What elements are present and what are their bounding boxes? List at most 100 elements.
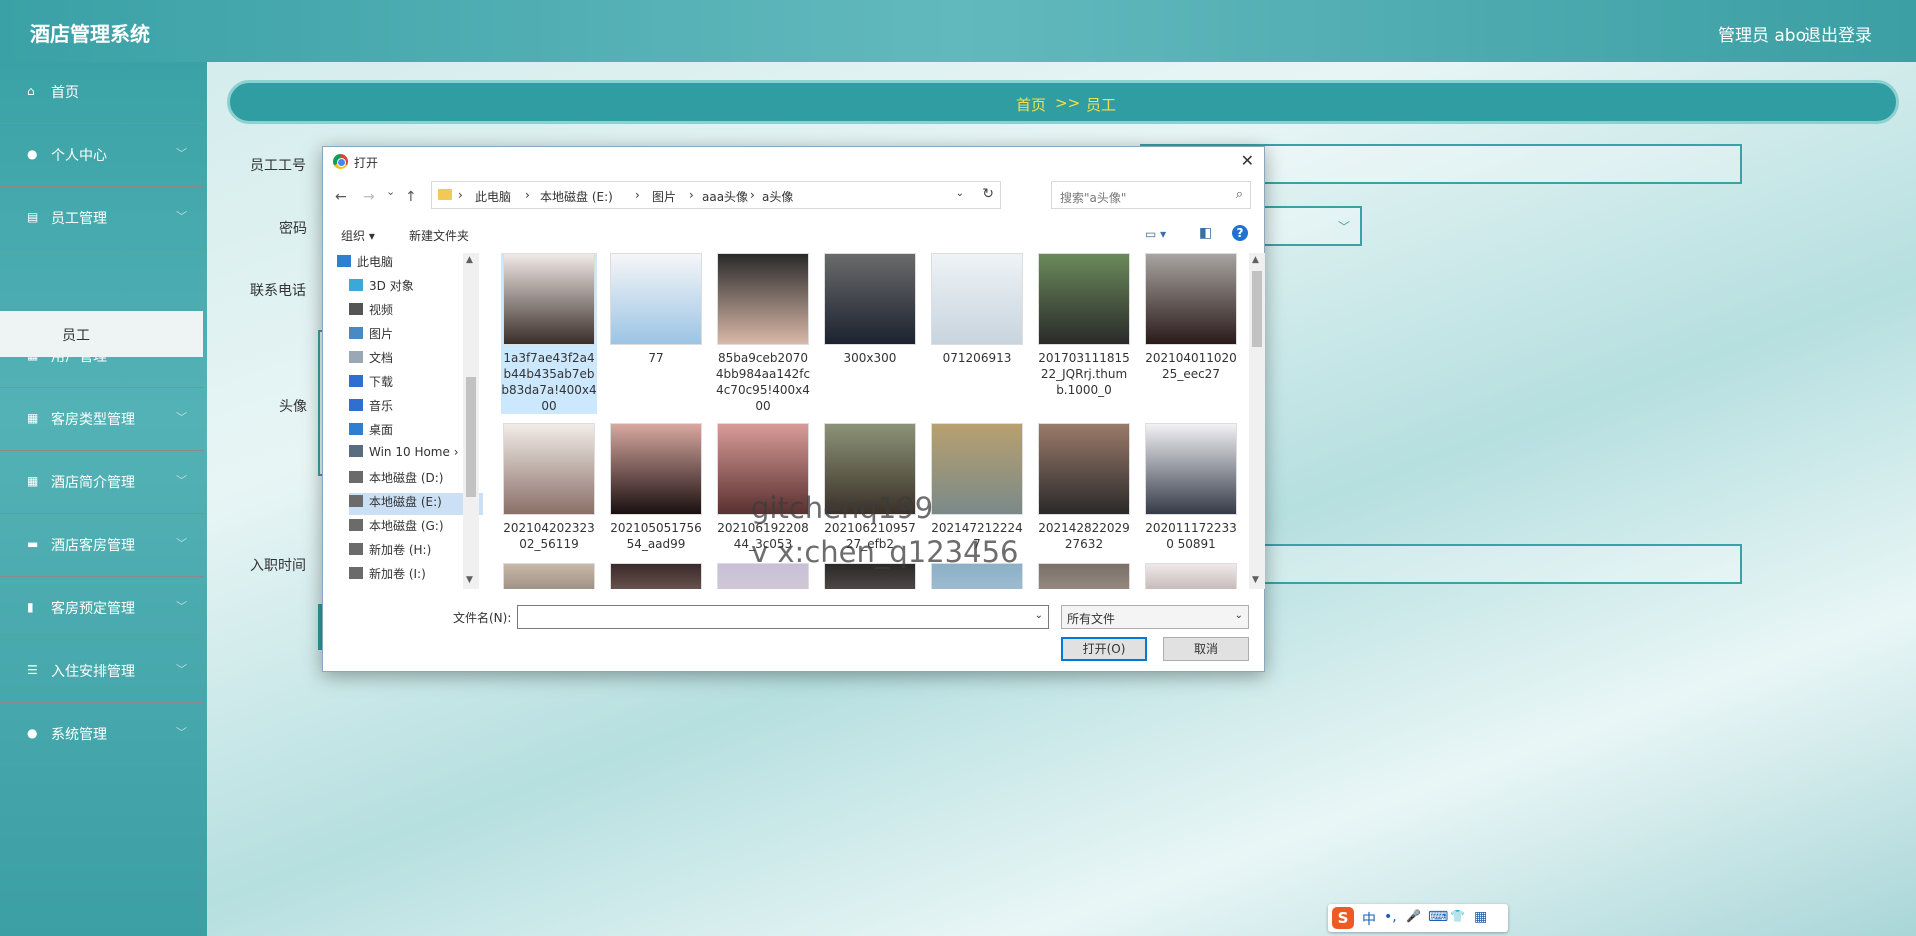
file-name: 300x300 — [843, 351, 897, 365]
preview-pane-icon[interactable]: ◧ — [1199, 225, 1212, 241]
open-button[interactable]: 打开(O) — [1061, 637, 1147, 661]
label-phone: 联系电话 — [250, 283, 306, 299]
file-item[interactable] — [501, 563, 597, 589]
sidebar-item-label: 酒店客房管理 — [51, 538, 135, 554]
file-name: 20210420232302_56119 — [503, 521, 595, 551]
address-bar[interactable]: › 此电脑 › 本地磁盘 (E:) › 图片 › aaa头像 › a头像 ⌄ ↻ — [431, 181, 1001, 209]
sidebar-item-0[interactable]: ⌂ 首页 — [0, 62, 203, 124]
file-item[interactable]: 85ba9ceb20704bb984aa142fc4c70c95!400x400 — [715, 253, 811, 414]
sidebar-item-label: 系统管理 — [51, 727, 107, 743]
file-name: 77 — [648, 351, 664, 365]
file-item[interactable]: 300x300 — [822, 253, 918, 366]
help-icon[interactable]: ? — [1232, 225, 1248, 241]
keyboard-icon[interactable]: ⌨ — [1428, 909, 1448, 925]
search-input[interactable]: 搜索"a头像" ⌕ — [1051, 181, 1251, 209]
sidebar-item-8[interactable]: ☰ 入住安排管理 ﹀ — [0, 641, 203, 703]
file-name: 2021472122247 — [931, 521, 1023, 551]
filename-label: 文件名(N): — [453, 611, 512, 625]
pictures-icon — [349, 327, 363, 339]
microphone-icon[interactable]: 🎤 — [1406, 909, 1421, 923]
image-thumbnail — [503, 423, 595, 515]
3d-objects-icon — [349, 279, 363, 291]
chevron-down-icon[interactable]: ⌄ — [1035, 610, 1043, 621]
file-item[interactable]: 071206913 — [929, 253, 1025, 366]
drive-icon — [349, 445, 363, 457]
close-icon[interactable]: ✕ — [1241, 151, 1254, 170]
sidebar-item-label: 客房预定管理 — [51, 601, 135, 617]
recent-locations-icon[interactable]: ⌄ — [386, 185, 395, 198]
chrome-icon — [333, 154, 348, 169]
path-segment[interactable]: a头像 — [762, 188, 793, 205]
path-segment[interactable]: aaa头像 — [702, 188, 748, 205]
file-item[interactable]: 20210505175654_aad99 — [608, 423, 704, 552]
organize-button[interactable]: 组织 ▾ — [341, 227, 375, 244]
file-item[interactable]: 20210619220844_3c053 — [715, 423, 811, 552]
files-scrollbar[interactable]: ▲ ▼ — [1249, 253, 1265, 589]
nav-item[interactable]: 此电脑 — [337, 253, 471, 275]
up-arrow-icon[interactable]: ↑ — [405, 189, 417, 205]
file-item[interactable]: 2020111722330 50891 — [1143, 423, 1239, 552]
sidebar-item-1[interactable]: ● 个人中心 ﹀ — [0, 125, 203, 187]
breadcrumb-separator: >> — [1055, 94, 1081, 112]
view-options-icon[interactable]: ▭ ▾ — [1145, 227, 1166, 241]
sidebar-item-2[interactable]: ▤ 员工管理 ﹀ — [0, 188, 203, 250]
sidebar-item-label: 员工管理 — [51, 211, 107, 227]
desktop-icon — [349, 423, 363, 435]
refresh-icon[interactable]: ↻ — [982, 186, 994, 202]
toolbox-icon[interactable]: ▦ — [1474, 909, 1487, 925]
image-thumbnail — [717, 253, 809, 345]
filetype-select[interactable]: 所有文件 ⌄ — [1061, 605, 1249, 629]
documents-icon — [349, 351, 363, 363]
chevron-down-icon: ﹀ — [176, 411, 187, 424]
file-item[interactable] — [1143, 563, 1239, 589]
path-segment[interactable]: 图片 — [652, 188, 676, 205]
file-item[interactable] — [715, 563, 811, 589]
path-segment[interactable]: 本地磁盘 (E:) — [540, 188, 613, 205]
sidebar-item-4[interactable]: ▦ 客房类型管理 ﹀ — [0, 389, 203, 451]
forward-arrow-icon[interactable]: → — [363, 189, 375, 205]
file-item[interactable]: 20170311181522_JQRrj.thumb.1000_0 — [1036, 253, 1132, 398]
punctuation-icon[interactable]: •, — [1384, 909, 1397, 925]
chevron-down-icon: ﹀ — [176, 210, 187, 223]
file-item[interactable]: 20210621095727_efb2 — [822, 423, 918, 552]
file-item[interactable] — [822, 563, 918, 589]
logout-link[interactable]: 退出登录 — [1804, 21, 1872, 46]
sidebar-item-9[interactable]: ● 系统管理 ﹀ — [0, 704, 203, 766]
sidebar-subitem-staff[interactable]: 员工 — [0, 311, 203, 357]
image-thumbnail — [824, 423, 916, 515]
image-thumbnail — [931, 423, 1023, 515]
sidebar-item-label: 客房类型管理 — [51, 412, 135, 428]
new-folder-button[interactable]: 新建文件夹 — [409, 227, 469, 244]
back-arrow-icon[interactable]: ← — [335, 189, 347, 205]
sidebar-item-6[interactable]: ▬ 酒店客房管理 ﹀ — [0, 515, 203, 577]
file-item[interactable]: 20210420232302_56119 — [501, 423, 597, 552]
search-icon: ⌕ — [1235, 187, 1243, 202]
drive-icon — [349, 543, 363, 555]
file-item[interactable]: 20214282202927632 — [1036, 423, 1132, 552]
sidebar-item-7[interactable]: ▮ 客房预定管理 ﹀ — [0, 578, 203, 640]
sidebar-item-5[interactable]: ▦ 酒店简介管理 ﹀ — [0, 452, 203, 514]
sogou-logo-icon[interactable]: S — [1332, 907, 1354, 929]
file-item[interactable] — [1036, 563, 1132, 589]
chevron-down-icon: ﹀ — [176, 147, 187, 160]
sidebar: ⌂首页●个人中心﹀▤员工管理﹀▦用户管理﹀▦客房类型管理﹀▦酒店简介管理﹀▬酒店… — [0, 62, 207, 936]
chinese-mode-icon[interactable]: 中 — [1362, 909, 1376, 929]
grid-icon: ▦ — [27, 474, 39, 488]
filename-input[interactable]: ⌄ — [517, 605, 1049, 629]
cancel-button[interactable]: 取消 — [1163, 637, 1249, 661]
image-thumbnail — [1145, 253, 1237, 345]
breadcrumb-home[interactable]: 首页 — [1016, 94, 1046, 115]
file-item[interactable] — [929, 563, 1025, 589]
file-name: 20214282202927632 — [1038, 521, 1130, 551]
path-segment[interactable]: 此电脑 — [475, 188, 511, 205]
nav-scrollbar[interactable]: ▲ ▼ — [463, 253, 479, 589]
file-list: 1a3f7ae43f2a4b44b435ab7ebb83da7a!400x400… — [493, 251, 1249, 589]
file-item[interactable]: 77 — [608, 253, 704, 366]
skin-icon[interactable]: 👕 — [1450, 909, 1465, 923]
chevron-down-icon[interactable]: ⌄ — [956, 188, 964, 199]
file-item[interactable]: 1a3f7ae43f2a4b44b435ab7ebb83da7a!400x400 — [501, 253, 597, 414]
image-thumbnail — [931, 253, 1023, 345]
file-item[interactable]: 2021472122247 — [929, 423, 1025, 552]
file-item[interactable]: 20210401102025_eec27 — [1143, 253, 1239, 382]
file-item[interactable] — [608, 563, 704, 589]
